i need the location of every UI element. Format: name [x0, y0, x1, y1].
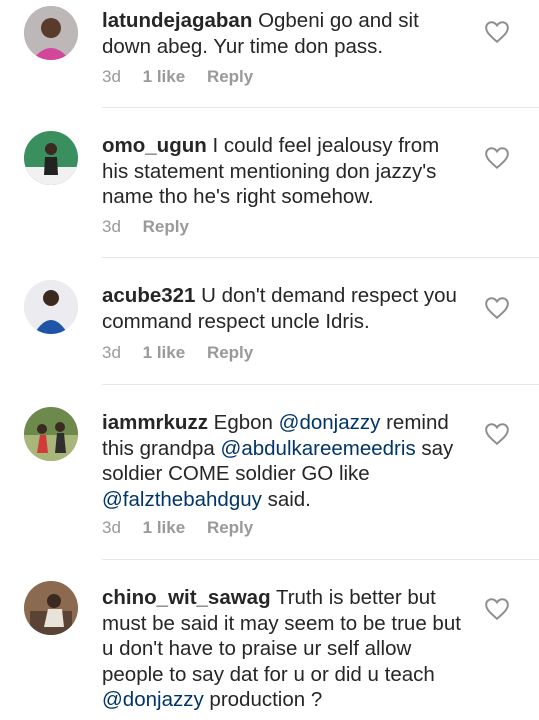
comment-text: chino_wit_sawag Truth is better but must…: [102, 585, 467, 713]
user-avatar[interactable]: [24, 6, 78, 60]
user-avatar[interactable]: [24, 581, 78, 635]
user-avatar[interactable]: [24, 407, 78, 461]
comment-meta: 3d Reply: [102, 217, 206, 237]
comment-likes[interactable]: 1 like: [143, 67, 186, 86]
comment-meta: 3d 1 like Reply: [102, 518, 270, 538]
reply-button[interactable]: Reply: [207, 518, 253, 537]
heart-outline-icon[interactable]: [484, 20, 510, 44]
comment-item: iammrkuzz Egbon @donjazzy remind this gr…: [0, 385, 539, 560]
comment-message: said.: [261, 487, 311, 511]
comment-username[interactable]: iammrkuzz: [102, 411, 208, 434]
comment-item: omo_ugun I could feel jealousy from his …: [0, 108, 539, 258]
comment-text: omo_ugun I could feel jealousy from his …: [102, 133, 467, 210]
comment-meta: 3d 1 like Reply: [102, 343, 270, 363]
comment-time: 3d: [102, 217, 121, 236]
reply-button[interactable]: Reply: [207, 343, 253, 362]
comment-username[interactable]: latundejagaban: [102, 9, 252, 32]
heart-outline-icon[interactable]: [484, 597, 510, 621]
comment-text: latundejagaban Ogbeni go and sit down ab…: [102, 8, 467, 59]
reply-button[interactable]: Reply: [207, 67, 253, 86]
user-mention[interactable]: @donjazzy: [279, 411, 381, 434]
reply-button[interactable]: Reply: [143, 217, 189, 236]
comment-message: production ?: [203, 688, 323, 711]
comment-likes[interactable]: 1 like: [143, 518, 186, 537]
heart-outline-icon[interactable]: [484, 422, 510, 446]
user-mention[interactable]: @falzthebahdguy: [102, 488, 262, 511]
comment-text: iammrkuzz Egbon @donjazzy remind this gr…: [102, 410, 467, 512]
comment-text: acube321 U don't demand respect you comm…: [102, 283, 467, 334]
comment-time: 3d: [102, 518, 121, 537]
user-mention[interactable]: @donjazzy: [102, 688, 204, 711]
user-avatar[interactable]: [24, 131, 78, 185]
comment-username[interactable]: omo_ugun: [102, 134, 207, 157]
comment-likes[interactable]: 1 like: [143, 343, 186, 362]
comment-username[interactable]: chino_wit_sawag: [102, 586, 271, 609]
comment-item: chino_wit_sawag Truth is better but must…: [0, 560, 539, 720]
comment-item: latundejagaban Ogbeni go and sit down ab…: [0, 0, 539, 108]
comment-item: acube321 U don't demand respect you comm…: [0, 258, 539, 385]
comment-message: Egbon: [213, 411, 279, 434]
user-avatar[interactable]: [24, 280, 78, 334]
comment-meta: 3d 1 like Reply: [102, 67, 270, 87]
heart-outline-icon[interactable]: [484, 146, 510, 170]
heart-outline-icon[interactable]: [484, 296, 510, 320]
comment-time: 3d: [102, 343, 121, 362]
user-mention[interactable]: @abdulkareemeedris: [221, 437, 416, 460]
comment-username[interactable]: acube321: [102, 284, 195, 307]
comment-time: 3d: [102, 67, 121, 86]
